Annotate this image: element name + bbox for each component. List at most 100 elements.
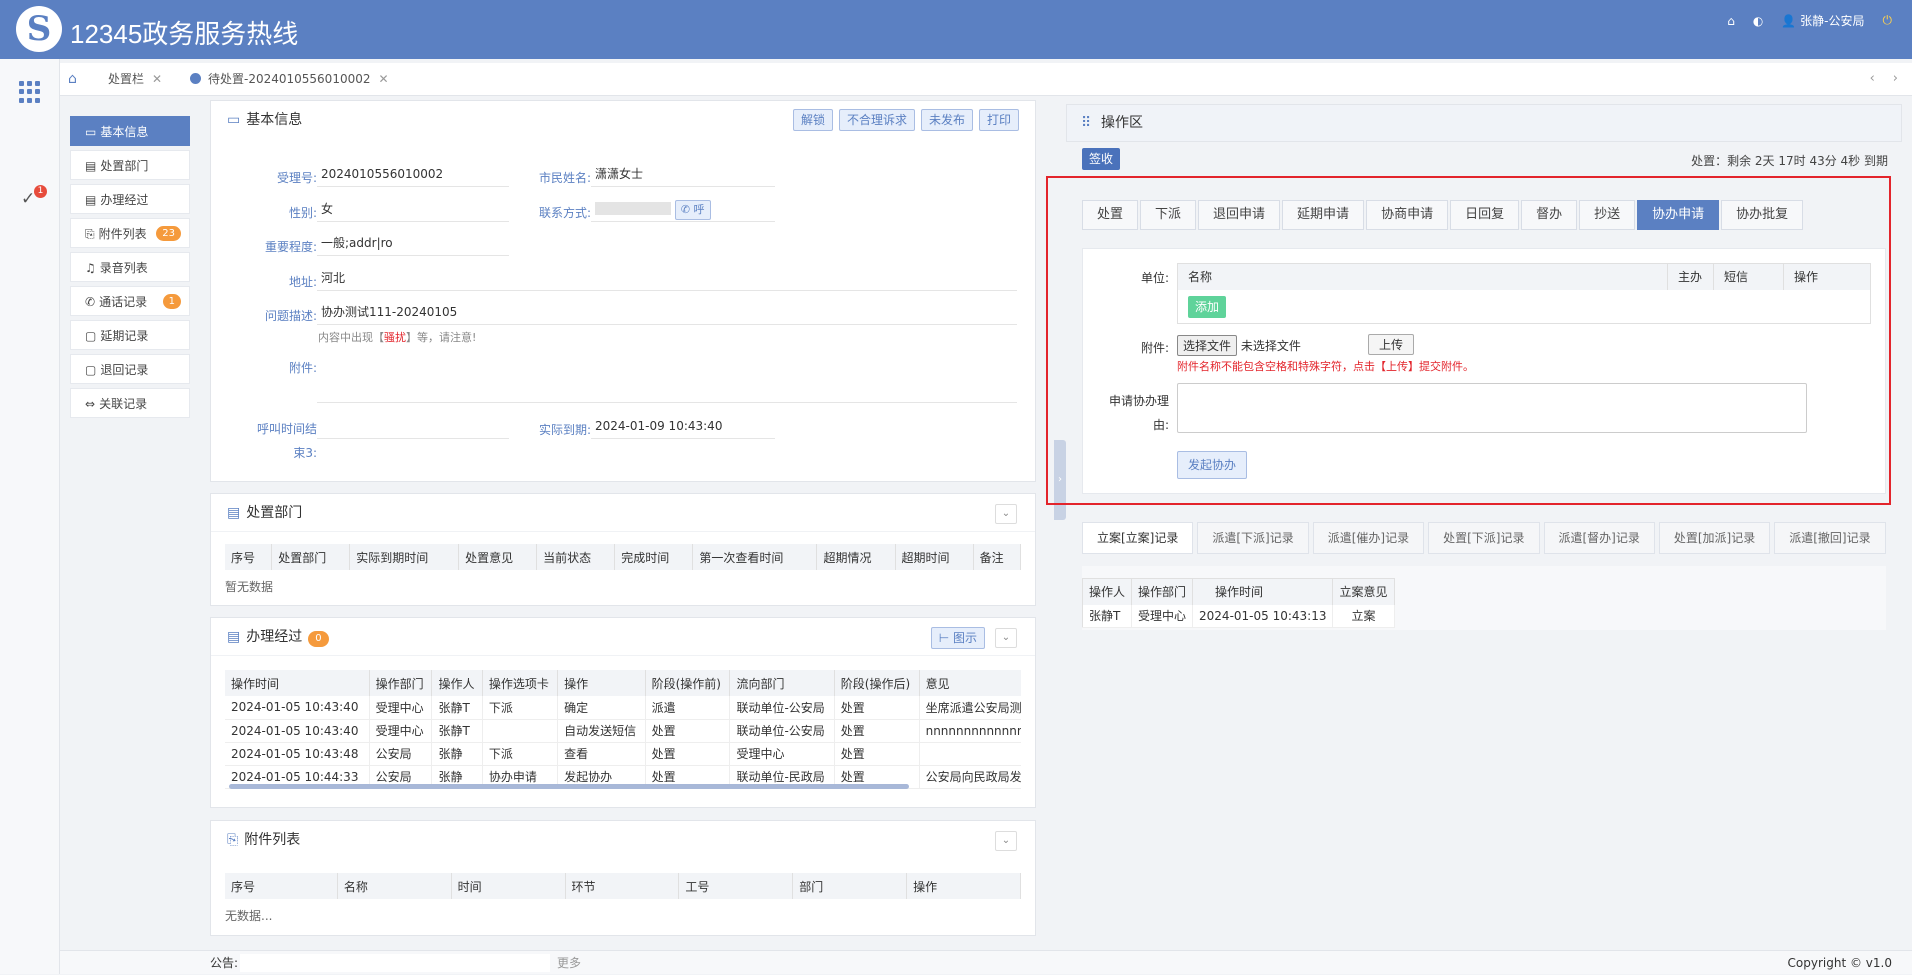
print-button[interactable]: 打印 bbox=[978, 109, 1019, 131]
col-header: 环节 bbox=[565, 873, 680, 899]
attachments-table: 序号 名称 时间 环节 工号 部门 操作 bbox=[225, 873, 1021, 899]
close-icon[interactable]: ✕ bbox=[152, 72, 162, 86]
col-header: 完成时间 bbox=[614, 544, 694, 570]
chart-view-button[interactable]: ⊢ 图示 bbox=[930, 627, 985, 649]
nav-extension[interactable]: ▢ 延期记录 bbox=[70, 320, 190, 350]
panel-title: 附件列表 bbox=[244, 832, 301, 848]
citizen-label: 市民姓名: bbox=[538, 171, 591, 185]
col-header: 部门 bbox=[792, 873, 908, 899]
nav-process[interactable]: ▤ 办理经过 bbox=[70, 184, 190, 214]
dept-table: 序号 处置部门 实际到期时间 处置意见 当前状态 完成时间 第一次查看时间 超期情况 超期时间备… bbox=[225, 544, 1022, 570]
section-nav: ▭ 基本信息 ▤ 处置部门 ▤ 办理经过 ⎘ 附件列表 23 ♫ 录音列表 ✆ 通话记录 1 ▢… bbox=[70, 116, 190, 422]
link-icon: ⇔ bbox=[85, 397, 96, 411]
col-header: 超期时间 bbox=[895, 544, 974, 570]
left-rail: ✓ 1 bbox=[0, 59, 60, 974]
tab-pending[interactable]: 待处置-2024010556010002 ✕ bbox=[190, 63, 389, 96]
apps-grid-icon[interactable] bbox=[19, 81, 41, 103]
app-title: 12345政务服务热线 bbox=[70, 19, 299, 49]
paperclip-icon: ⎘ bbox=[227, 832, 239, 848]
copyright: Copyright © v1.0 bbox=[1787, 956, 1892, 970]
attachments-panel: ⎘ 附件列表 ⌄ 序号 名称 时间 环节 工号 部门 操作 无数据... bbox=[210, 820, 1036, 936]
tab-dispatch-record[interactable]: 派遣[下派]记录 bbox=[1197, 522, 1309, 554]
headphones-icon: ♫ bbox=[85, 261, 96, 275]
col-header: 阶段(操作后) bbox=[834, 670, 920, 696]
col-header: 操作 bbox=[906, 873, 1021, 899]
col-header: 名称 bbox=[337, 873, 452, 899]
tab-filing-record[interactable]: 立案[立案]记录 bbox=[1082, 522, 1194, 554]
tab-dispose-dispatch-record[interactable]: 处置[下派]记录 bbox=[1428, 522, 1540, 554]
folder-icon: ▢ bbox=[85, 363, 97, 377]
col-header: 操作部门 bbox=[1131, 578, 1194, 605]
sign-button[interactable]: 签收 bbox=[1082, 148, 1121, 170]
unreasonable-button[interactable]: 不合理诉求 bbox=[838, 109, 915, 131]
calls-count-badge: 1 bbox=[162, 294, 181, 309]
collapse-chevron-icon[interactable]: ⌄ bbox=[995, 504, 1017, 524]
skin-icon[interactable]: ◐ bbox=[1753, 14, 1763, 28]
empty-text: 无数据... bbox=[225, 909, 273, 923]
content-hint: 内容中出现【骚扰】等，请注意! bbox=[318, 331, 477, 344]
attachment-value bbox=[317, 381, 1017, 403]
accept-no-value: 2024010556010002 bbox=[317, 165, 509, 187]
app-logo: S bbox=[16, 6, 62, 52]
table-row: 张静T 受理中心 2024-01-05 10:43:13 立案 bbox=[1082, 604, 1395, 628]
user-menu[interactable]: 👤 张静-公安局 bbox=[1781, 12, 1864, 29]
power-icon[interactable]: ⏻ bbox=[1883, 13, 1893, 28]
col-header: 序号 bbox=[225, 873, 338, 899]
grid-icon: ⠿ bbox=[1081, 115, 1092, 131]
nav-basic-info[interactable]: ▭ 基本信息 bbox=[70, 116, 190, 146]
nav-recordings[interactable]: ♫ 录音列表 bbox=[70, 252, 190, 282]
paperclip-icon: ⎘ bbox=[85, 227, 95, 241]
process-panel: ▤ 办理经过 0 ⊢ 图示 ⌄ 操作时间 操作部门 操作人 操作选项卡 操作 阶段(操作前) 流… bbox=[210, 617, 1036, 808]
problem-value: 协办测试111-20240105 bbox=[317, 303, 1017, 325]
address-value: 河北 bbox=[317, 269, 1017, 291]
process-count-badge: 0 bbox=[308, 631, 329, 647]
home-tab-icon[interactable]: ⌂ bbox=[68, 71, 77, 87]
record-table: 操作人 操作部门 操作时间 立案意见 张静T 受理中心 2024-01-05 10:43:… bbox=[1082, 578, 1395, 628]
tab-supervise-record[interactable]: 派遣[督办]记录 bbox=[1543, 522, 1655, 554]
gender-label: 性别: bbox=[288, 206, 317, 220]
col-header: 工号 bbox=[678, 873, 794, 899]
collapse-chevron-icon[interactable]: ⌄ bbox=[995, 628, 1017, 648]
col-header: 操作部门 bbox=[369, 670, 433, 696]
user-name: 张静-公安局 bbox=[1800, 14, 1865, 28]
doc-icon: ▤ bbox=[227, 505, 241, 521]
col-header: 阶段(操作前) bbox=[645, 670, 731, 696]
horizontal-scrollbar[interactable] bbox=[229, 784, 909, 789]
highlight-box bbox=[1046, 176, 1891, 505]
nav-attachments[interactable]: ⎘ 附件列表 23 bbox=[70, 218, 190, 248]
nav-call-records[interactable]: ✆ 通话记录 1 bbox=[70, 286, 190, 316]
todo-badge: 1 bbox=[34, 185, 47, 198]
contact-label: 联系方式: bbox=[538, 206, 591, 220]
nav-related[interactable]: ⇔ 关联记录 bbox=[70, 388, 190, 418]
more-link[interactable]: 更多 bbox=[557, 951, 581, 975]
collapse-chevron-icon[interactable]: ⌄ bbox=[995, 831, 1017, 851]
table-row: 2024-01-05 10:43:40 受理中心 张静T 下派 确定 派遣 联动单位-公安局… bbox=[225, 696, 1021, 720]
table-row: 2024-01-05 10:43:48 公安局 张静 下派 查看 处置 受理中心 处置 bbox=[225, 742, 1021, 766]
close-icon[interactable]: ✕ bbox=[379, 72, 389, 86]
col-header: 立案意见 bbox=[1332, 578, 1395, 605]
tab-add-dispatch-record[interactable]: 处置[加派]记录 bbox=[1658, 522, 1771, 554]
call-button[interactable]: ✆ 呼 bbox=[674, 200, 711, 220]
col-header: 意见 bbox=[919, 670, 1021, 696]
col-header: 序号 bbox=[225, 544, 273, 570]
monitor-icon: ▭ bbox=[85, 125, 97, 139]
tab-prev-icon[interactable]: ‹ bbox=[1870, 71, 1875, 86]
monitor-icon: ▭ bbox=[227, 112, 241, 128]
unlock-button[interactable]: 解锁 bbox=[792, 109, 833, 131]
col-header: 处置部门 bbox=[271, 544, 351, 570]
record-tabs: 立案[立案]记录 派遣[下派]记录 派遣[催办]记录 处置[下派]记录 派遣[督… bbox=[1082, 522, 1890, 554]
tab-urge-record[interactable]: 派遣[催办]记录 bbox=[1312, 522, 1425, 554]
unpublished-button[interactable]: 未发布 bbox=[920, 109, 973, 131]
tab-disposal-bar[interactable]: 处置栏 ✕ bbox=[108, 63, 162, 96]
nav-dept[interactable]: ▤ 处置部门 bbox=[70, 150, 190, 180]
address-label: 地址: bbox=[288, 275, 317, 289]
nav-return[interactable]: ▢ 退回记录 bbox=[70, 354, 190, 384]
tab-withdraw-record[interactable]: 派遣[撤回]记录 bbox=[1774, 522, 1886, 554]
doc-icon: ▤ bbox=[227, 629, 241, 645]
importance-label: 重要程度: bbox=[264, 240, 317, 254]
home-icon[interactable]: ⌂ bbox=[1727, 14, 1735, 28]
col-header: 实际到期时间 bbox=[349, 544, 460, 570]
gender-value: 女 bbox=[317, 200, 509, 222]
tab-next-icon[interactable]: › bbox=[1893, 71, 1898, 86]
dept-panel: ▤ 处置部门 ⌄ 序号 处置部门 实际到期时间 处置意见 当前状态 完成时间 第一次查看时间 超期… bbox=[210, 493, 1036, 606]
